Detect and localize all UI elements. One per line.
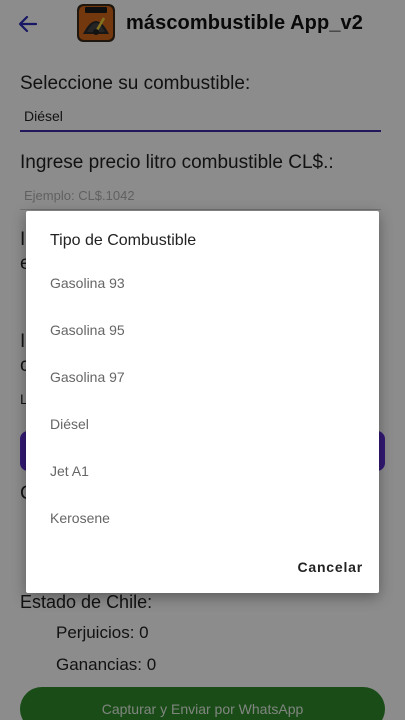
- dialog-option-kerosene[interactable]: Kerosene: [26, 494, 379, 541]
- dialog-option-gasolina-93[interactable]: Gasolina 93: [26, 259, 379, 306]
- dialog-option-gasolina-95[interactable]: Gasolina 95: [26, 306, 379, 353]
- dialog-option-jet-a1[interactable]: Jet A1: [26, 447, 379, 494]
- cancel-button[interactable]: Cancelar: [297, 559, 363, 575]
- dialog-title: Tipo de Combustible: [50, 232, 197, 249]
- fuel-type-dialog: Tipo de Combustible Gasolina 93 Gasolina…: [26, 211, 379, 593]
- dialog-option-diesel[interactable]: Diésel: [26, 400, 379, 447]
- dialog-option-gasolina-97[interactable]: Gasolina 97: [26, 353, 379, 400]
- dialog-options-list: Gasolina 93 Gasolina 95 Gasolina 97 Diés…: [26, 259, 379, 541]
